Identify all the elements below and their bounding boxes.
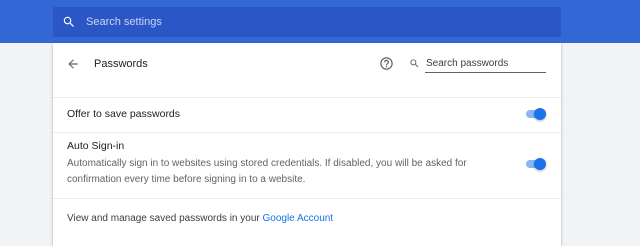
help-circle-icon[interactable]	[379, 56, 394, 71]
arrow-back-icon[interactable]	[66, 57, 80, 71]
settings-search-box[interactable]	[53, 7, 561, 37]
settings-search-input[interactable]	[86, 16, 506, 28]
manage-prefix: View and manage saved passwords in your	[67, 213, 263, 224]
offer-to-save-row: Offer to save passwords	[53, 97, 561, 131]
auto-signin-label: Auto Sign-in	[67, 140, 125, 152]
search-passwords-input[interactable]	[425, 54, 546, 73]
auto-signin-toggle[interactable]	[525, 157, 547, 171]
top-bar	[0, 0, 640, 43]
auto-signin-row: Auto Sign-in Automatically sign in to we…	[53, 132, 561, 192]
toggle-knob	[534, 158, 546, 170]
offer-to-save-toggle[interactable]	[525, 107, 547, 121]
divider	[53, 198, 561, 199]
page-title: Passwords	[94, 58, 148, 70]
passwords-header: Passwords	[53, 43, 561, 85]
search-icon	[62, 15, 76, 29]
passwords-card: Passwords Offer to save passwords Auto S…	[53, 43, 561, 246]
manage-passwords-text: View and manage saved passwords in your …	[67, 213, 333, 224]
offer-to-save-label: Offer to save passwords	[67, 108, 181, 120]
search-icon	[409, 58, 420, 69]
google-account-link[interactable]: Google Account	[262, 213, 333, 224]
toggle-knob	[534, 108, 546, 120]
auto-signin-description: Automatically sign in to websites using …	[67, 158, 467, 185]
